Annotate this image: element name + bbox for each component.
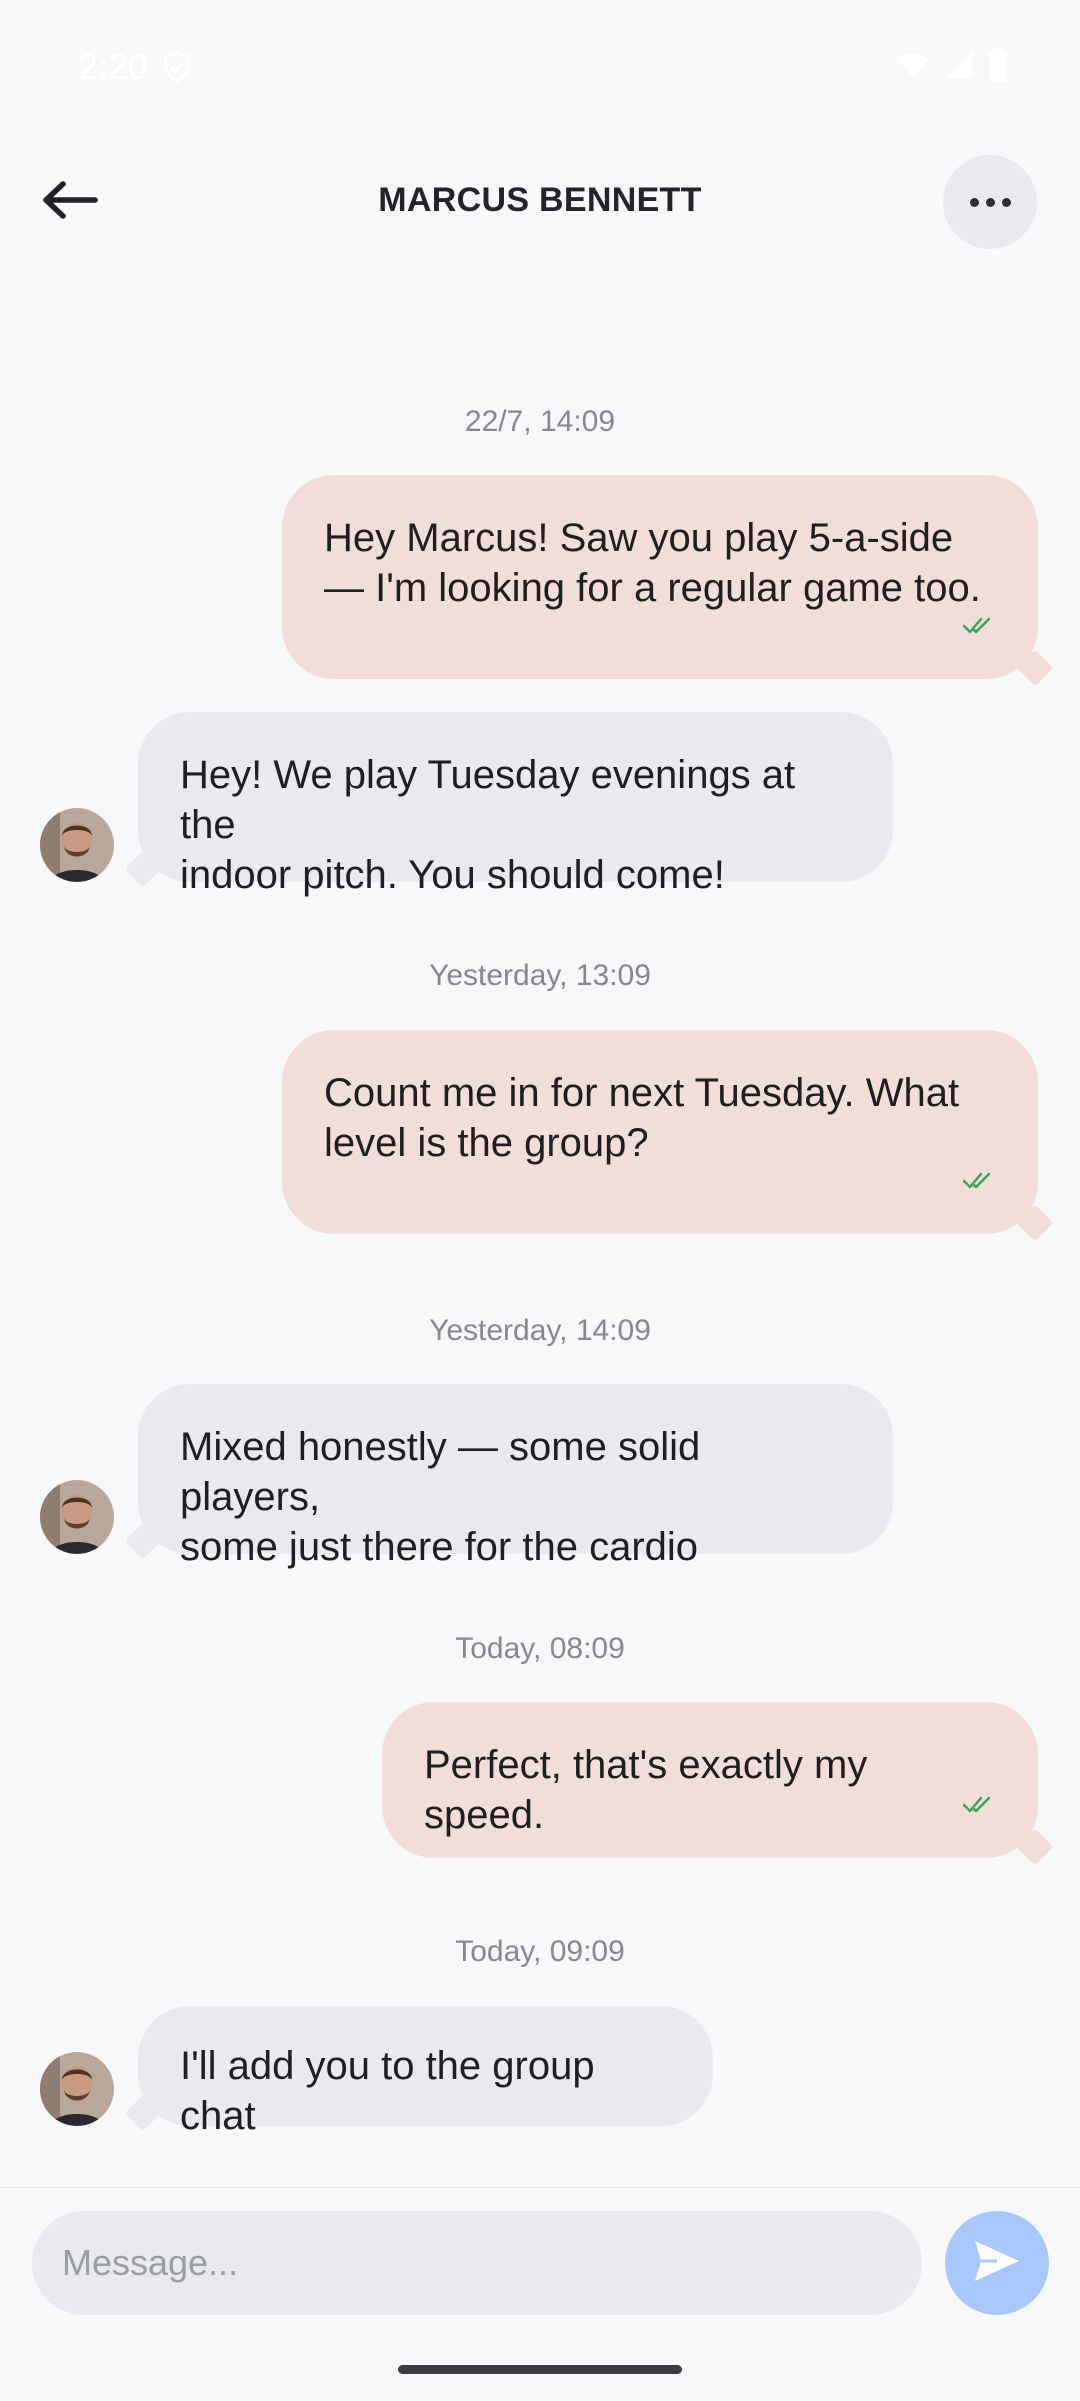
- message-list[interactable]: 22/7, 14:09 Hey Marcus! Saw you play 5-a…: [0, 270, 1080, 2185]
- message-text: level is the group?: [324, 1121, 649, 1165]
- message-text: Perfect, that's exactly my speed.: [424, 1743, 868, 1837]
- timestamp: Yesterday, 14:09: [429, 1314, 651, 1347]
- avatar[interactable]: [40, 1480, 114, 1554]
- bubble-tail: [124, 2094, 162, 2132]
- double-check-icon: [962, 1154, 996, 1204]
- battery-icon: [988, 48, 1008, 87]
- bubble-tail: [124, 850, 162, 888]
- more-options-button[interactable]: [943, 155, 1037, 249]
- incoming-message[interactable]: I'll add you to the group chat: [124, 2006, 713, 2138]
- bubble-tail: [1016, 1204, 1054, 1242]
- contact-name: MARCUS BENNETT: [378, 181, 702, 219]
- message-text: Hey Marcus! Saw you play 5-a-side: [324, 516, 954, 560]
- timestamp: Today, 09:09: [455, 1935, 625, 1968]
- double-check-icon: [962, 599, 996, 649]
- message-text: Mixed honestly — some solid players,: [180, 1425, 701, 1519]
- message-text: Hey! We play Tuesday evenings at the: [180, 753, 796, 847]
- message-text: some just there for the cardio: [180, 1525, 699, 1569]
- avatar[interactable]: [40, 2052, 114, 2126]
- status-time: 2:20: [78, 46, 149, 87]
- more-dot: [1001, 197, 1011, 207]
- more-horizontal-icon: [969, 197, 979, 207]
- home-indicator[interactable]: [398, 2365, 682, 2374]
- outgoing-message[interactable]: Hey Marcus! Saw you play 5-a-side — I'm …: [282, 475, 1054, 687]
- more-dot: [985, 197, 995, 207]
- bubble-tail: [1016, 1828, 1054, 1866]
- message-text: I'll add you to the group chat: [180, 2044, 595, 2138]
- timestamp: 22/7, 14:09: [464, 405, 616, 438]
- incoming-message[interactable]: Hey! We play Tuesday evenings at the ind…: [124, 712, 893, 897]
- timestamp: Today, 08:09: [455, 1632, 625, 1665]
- message-text: indoor pitch. You should come!: [180, 853, 725, 897]
- message-input[interactable]: [32, 2211, 922, 2315]
- chat-header: MARCUS BENNETT: [0, 135, 1080, 270]
- shield-icon: [160, 50, 194, 89]
- send-button[interactable]: [945, 2211, 1049, 2315]
- message-text: Count me in for next Tuesday. What: [324, 1071, 960, 1115]
- bubble-tail: [1016, 649, 1054, 687]
- double-check-icon: [962, 1778, 996, 1828]
- signal-icon: [944, 50, 974, 85]
- incoming-message[interactable]: Mixed honestly — some solid players, som…: [124, 1384, 893, 1569]
- send-icon: [973, 2239, 1021, 2288]
- message-text: — I'm looking for a regular game too.: [324, 566, 981, 610]
- wifi-icon: [896, 50, 930, 85]
- outgoing-message[interactable]: Count me in for next Tuesday. What level…: [282, 1030, 1054, 1242]
- avatar[interactable]: [40, 808, 114, 882]
- timestamp: Yesterday, 13:09: [429, 959, 651, 992]
- bubble-tail: [124, 1522, 162, 1560]
- outgoing-message[interactable]: Perfect, that's exactly my speed.: [382, 1702, 1054, 1866]
- status-bar: 2:20: [0, 0, 1080, 135]
